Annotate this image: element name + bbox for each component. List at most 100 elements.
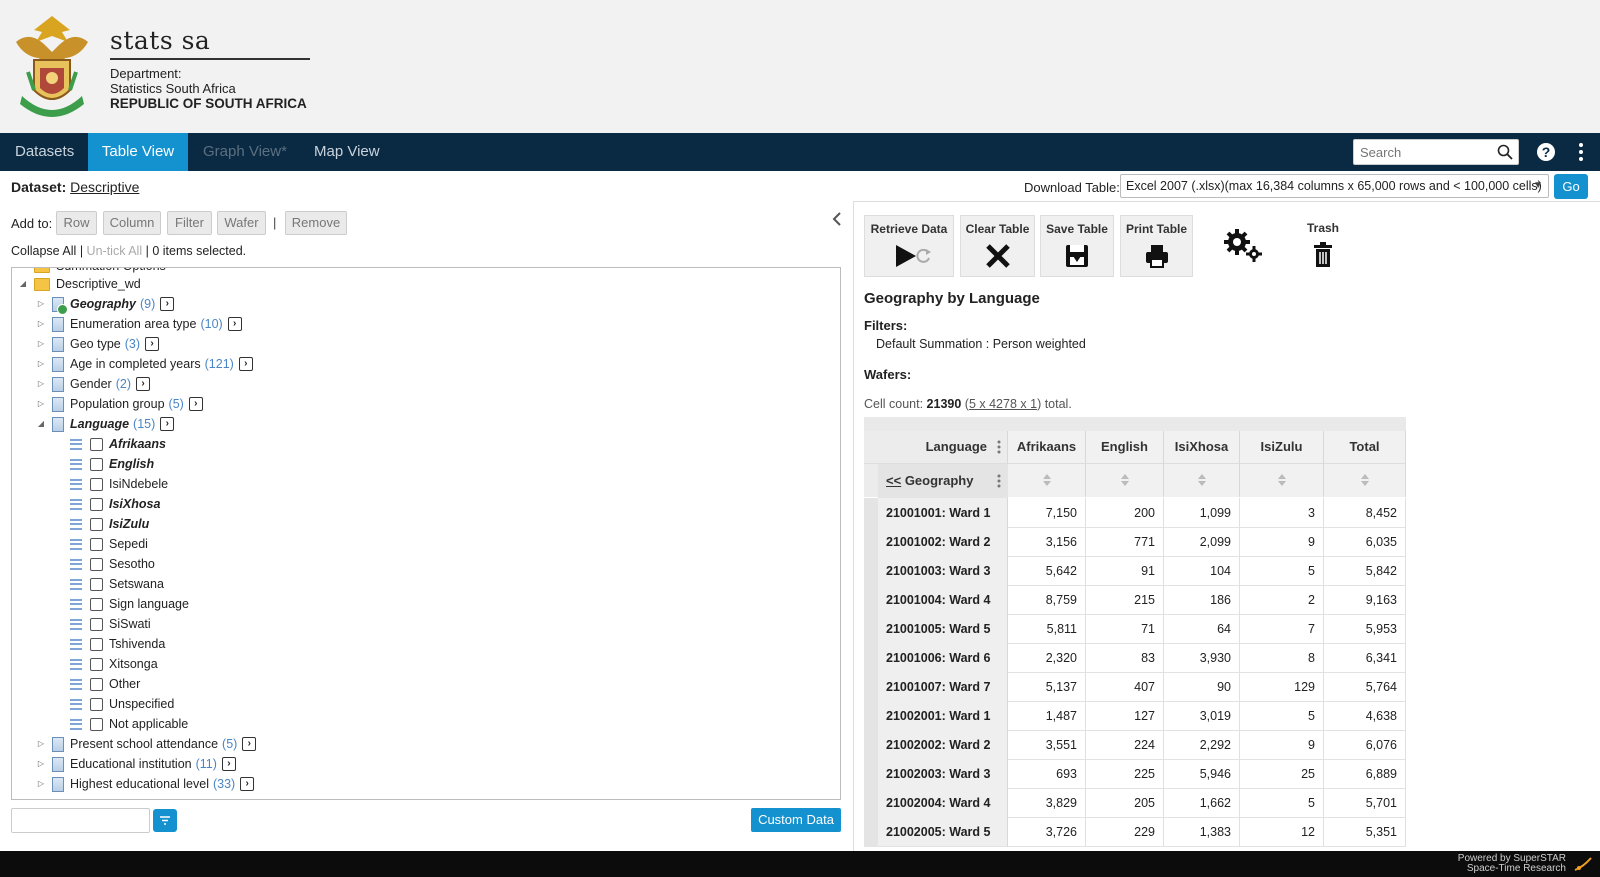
item-checkbox[interactable] <box>90 697 103 711</box>
retrieve-data-button[interactable]: Retrieve Data <box>864 215 954 277</box>
download-format-select[interactable]: Excel 2007 (.xlsx)(max 16,384 columns x … <box>1120 174 1549 198</box>
clear-table-button[interactable]: Clear Table <box>960 215 1035 277</box>
add-to-column-button[interactable]: Column <box>103 211 161 235</box>
expand-icon[interactable]: ▷ <box>36 779 46 789</box>
item-checkbox[interactable] <box>90 437 103 451</box>
help-icon[interactable]: ? <box>1536 142 1556 162</box>
sort-icon[interactable] <box>1042 473 1052 487</box>
language-item[interactable]: IsiZulu <box>70 514 149 534</box>
drag-handle-icon[interactable] <box>70 618 82 630</box>
trash-button[interactable]: Trash <box>1300 215 1346 277</box>
add-variable-icon[interactable]: › <box>160 297 175 311</box>
tree-row-root[interactable]: ◢ Descriptive_wd <box>18 274 141 294</box>
column-variable-header[interactable]: Language <box>864 431 1008 463</box>
tree-row-enumeration-area-type[interactable]: ▷ Enumeration area type (10) › <box>36 314 242 334</box>
item-checkbox[interactable] <box>90 517 103 531</box>
expand-icon[interactable]: ▷ <box>36 339 46 349</box>
drag-handle-icon[interactable] <box>70 698 82 710</box>
language-item[interactable]: Unspecified <box>70 694 174 714</box>
item-checkbox[interactable] <box>90 657 103 671</box>
row-header[interactable]: 21001006: Ward 6 <box>864 643 1008 673</box>
item-checkbox[interactable] <box>90 677 103 691</box>
row-header[interactable]: 21001002: Ward 2 <box>864 527 1008 557</box>
drag-handle-icon[interactable] <box>70 438 82 450</box>
language-item[interactable]: Not applicable <box>70 714 188 734</box>
print-table-button[interactable]: Print Table <box>1120 215 1193 277</box>
sort-cell[interactable] <box>1240 463 1324 497</box>
drag-handle-icon[interactable] <box>70 718 82 730</box>
expand-icon[interactable]: ▷ <box>36 379 46 389</box>
row-header[interactable]: 21002004: Ward 4 <box>864 788 1008 818</box>
remove-button[interactable]: Remove <box>285 211 347 235</box>
search-icon[interactable] <box>1497 144 1513 160</box>
column-header[interactable]: Afrikaans <box>1008 431 1086 463</box>
row-options-icon[interactable] <box>997 474 1001 488</box>
item-checkbox[interactable] <box>90 617 103 631</box>
item-checkbox[interactable] <box>90 537 103 551</box>
search-input[interactable] <box>1354 140 1489 164</box>
row-header[interactable]: 21001005: Ward 5 <box>864 614 1008 644</box>
expand-icon[interactable]: ▷ <box>36 319 46 329</box>
item-checkbox[interactable] <box>90 557 103 571</box>
tab-map-view[interactable]: Map View <box>299 133 395 171</box>
add-variable-icon[interactable]: › <box>145 337 160 351</box>
collapse-panel-icon[interactable] <box>832 211 842 227</box>
drag-handle-icon[interactable] <box>70 678 82 690</box>
language-item[interactable]: Afrikaans <box>70 434 166 454</box>
row-header[interactable]: 21001004: Ward 4 <box>864 585 1008 615</box>
filter-button[interactable] <box>153 809 177 832</box>
add-to-filter-button[interactable]: Filter <box>167 211 212 235</box>
language-item[interactable]: SiSwati <box>70 614 151 634</box>
row-variable-label[interactable]: << Geography <box>886 473 973 488</box>
add-variable-icon[interactable]: › <box>160 417 175 431</box>
item-checkbox[interactable] <box>90 597 103 611</box>
item-checkbox[interactable] <box>90 497 103 511</box>
variable-tree[interactable]: ▸ Summation Options ◢ Descriptive_wd ▷ G… <box>11 267 841 800</box>
settings-button[interactable] <box>1215 215 1271 277</box>
row-header[interactable]: 21002002: Ward 2 <box>864 730 1008 760</box>
column-header[interactable]: IsiXhosa <box>1164 431 1240 463</box>
row-header[interactable]: 21001007: Ward 7 <box>864 672 1008 702</box>
drag-handle-icon[interactable] <box>70 578 82 590</box>
row-variable-header[interactable]: << Geography <box>864 463 1008 498</box>
expand-icon[interactable]: ▷ <box>36 399 46 409</box>
sort-icon[interactable] <box>1277 473 1287 487</box>
add-variable-icon[interactable]: › <box>221 757 236 771</box>
tree-row-population-group[interactable]: ▷ Population group (5) › <box>36 394 203 414</box>
language-item[interactable]: Xitsonga <box>70 654 158 674</box>
sort-icon[interactable] <box>1120 473 1130 487</box>
row-header[interactable]: 21002005: Ward 5 <box>864 817 1008 847</box>
language-item[interactable]: Sesotho <box>70 554 155 574</box>
collapse-row-variable-link[interactable]: << <box>886 473 901 488</box>
drag-handle-icon[interactable] <box>70 518 82 530</box>
add-variable-icon[interactable]: › <box>227 317 242 331</box>
tree-row-geography[interactable]: ▷ Geography (9) › <box>36 294 175 315</box>
add-to-row-button[interactable]: Row <box>56 211 97 235</box>
sort-cell[interactable] <box>1008 463 1086 497</box>
tree-row-educational-institution[interactable]: ▷ Educational institution (11) › <box>36 754 236 774</box>
drag-handle-icon[interactable] <box>70 658 82 670</box>
tree-row-gender[interactable]: ▷ Gender (2) › <box>36 374 150 394</box>
expand-icon[interactable]: ▷ <box>36 299 46 309</box>
tree-filter-input[interactable] <box>11 808 150 833</box>
add-variable-icon[interactable]: › <box>135 377 150 391</box>
expand-icon[interactable]: ▷ <box>36 739 46 749</box>
tree-row-geo-type[interactable]: ▷ Geo type (3) › <box>36 334 160 354</box>
row-header[interactable]: 21002001: Ward 1 <box>864 701 1008 731</box>
sort-cell[interactable] <box>1164 463 1240 497</box>
column-header[interactable]: English <box>1086 431 1164 463</box>
tree-row-highest-education[interactable]: ▷ Highest educational level (33) › <box>36 774 255 794</box>
row-header[interactable]: 21001001: Ward 1 <box>864 498 1008 528</box>
language-item[interactable]: IsiNdebele <box>70 474 168 494</box>
expand-icon[interactable]: ▸ <box>18 268 28 271</box>
column-header[interactable]: IsiZulu <box>1240 431 1324 463</box>
sort-icon[interactable] <box>1360 473 1370 487</box>
collapse-all-link[interactable]: Collapse All <box>11 244 76 258</box>
tab-table-view[interactable]: Table View <box>88 133 188 171</box>
language-item[interactable]: Other <box>70 674 140 694</box>
language-item[interactable]: English <box>70 454 154 474</box>
collapse-icon[interactable]: ◢ <box>36 419 46 429</box>
language-item[interactable]: Sign language <box>70 594 189 614</box>
add-variable-icon[interactable]: › <box>240 777 255 791</box>
collapse-icon[interactable]: ◢ <box>18 279 28 289</box>
